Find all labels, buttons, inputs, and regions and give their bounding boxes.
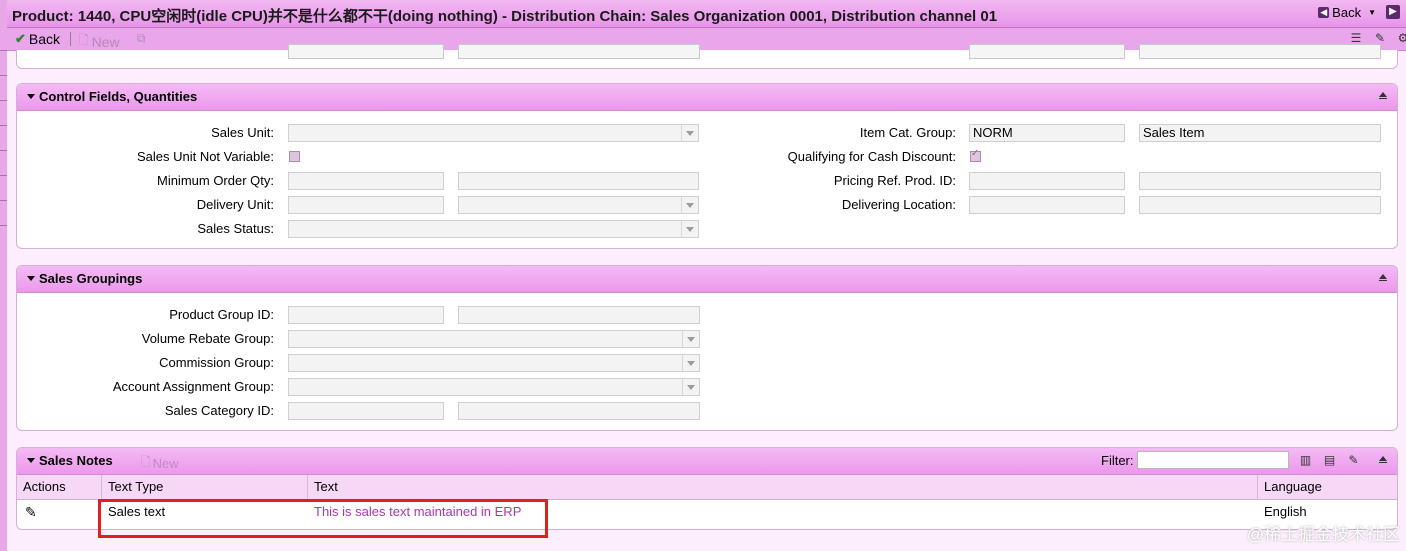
- control-fields-title-text: Control Fields, Quantities: [39, 89, 198, 104]
- delivering-location-description: [1139, 196, 1381, 214]
- delivery-unit-dropdown[interactable]: [458, 196, 699, 214]
- personalize-icon[interactable]: ✎: [1347, 454, 1360, 467]
- notes-table-header: Actions Text Type Text Language: [17, 475, 1397, 500]
- product-group-input[interactable]: [288, 306, 444, 324]
- control-fields-title: Control Fields, Quantities: [27, 89, 197, 104]
- account-assignment-label: Account Assignment Group:: [112, 379, 274, 394]
- item-cat-group-input[interactable]: NORM: [969, 124, 1125, 142]
- toolbar-divider: [70, 32, 71, 46]
- chevron-down-icon[interactable]: [681, 125, 698, 141]
- delivering-location-label: Delivering Location:: [841, 197, 956, 212]
- qualifying-cash-discount-checkbox[interactable]: [970, 148, 981, 162]
- chevron-down-icon[interactable]: [681, 197, 698, 213]
- sales-notes-header[interactable]: Sales Notes 🗋 New Filter: ▥ ▤ ✎: [17, 448, 1397, 475]
- column-header-language[interactable]: Language: [1258, 475, 1397, 499]
- control-fields-header[interactable]: Control Fields, Quantities: [17, 84, 1397, 111]
- sales-groupings-title-text: Sales Groupings: [39, 271, 143, 286]
- pricing-ref-prod-input[interactable]: [969, 172, 1125, 190]
- volume-rebate-label: Volume Rebate Group:: [141, 331, 274, 346]
- sales-category-description: [458, 402, 700, 420]
- sales-status-label: Sales Status:: [197, 221, 274, 236]
- chevron-down-icon[interactable]: ▼: [1368, 8, 1376, 17]
- column-header-text[interactable]: Text: [308, 475, 1258, 499]
- new-document-icon: 🗋: [141, 455, 151, 469]
- edit-icon[interactable]: ✎: [19, 500, 49, 524]
- window-title-bar: Product: 1440, CPU空闲时(idle CPU)并不是什么都不干(…: [7, 0, 1406, 28]
- partial-field[interactable]: [458, 44, 700, 59]
- delivering-location-input[interactable]: [969, 196, 1125, 214]
- account-assignment-dropdown[interactable]: [288, 378, 700, 396]
- sales-unit-not-variable-checkbox[interactable]: [289, 151, 300, 162]
- history-back-label: Back: [1332, 5, 1362, 20]
- expand-triangle-icon: [27, 276, 35, 281]
- sales-status-dropdown[interactable]: [288, 220, 699, 238]
- chevron-down-icon[interactable]: [682, 355, 699, 371]
- sales-notes-new-button[interactable]: 🗋 New: [141, 453, 179, 474]
- checkmark-icon: ✔: [15, 31, 26, 46]
- history-back-button[interactable]: ◀ Back ▼: [1318, 5, 1376, 20]
- collapse-icon[interactable]: [1379, 274, 1387, 281]
- control-fields-panel: Control Fields, Quantities Sales Unit: S…: [16, 83, 1398, 249]
- item-cat-group-label: Item Cat. Group:: [859, 125, 956, 140]
- forward-icon[interactable]: ▶: [1386, 5, 1400, 19]
- item-cat-group-description: Sales Item: [1139, 124, 1381, 142]
- back-button-label: Back: [28, 31, 61, 47]
- window-title: Product: 1440, CPU空闲时(idle CPU)并不是什么都不干(…: [12, 8, 998, 25]
- expand-triangle-icon: [27, 94, 35, 99]
- expand-triangle-icon: [27, 458, 35, 463]
- chevron-down-icon[interactable]: [681, 221, 698, 237]
- qualifying-cash-discount-label: Qualifying for Cash Discount:: [787, 149, 956, 164]
- sales-category-label: Sales Category ID:: [164, 403, 274, 418]
- product-group-label: Product Group ID:: [169, 307, 274, 322]
- minimum-order-qty-unit-input[interactable]: [458, 172, 699, 190]
- sales-groupings-header[interactable]: Sales Groupings: [17, 266, 1397, 293]
- sales-category-input[interactable]: [288, 402, 444, 420]
- filter-label: Filter:: [1101, 453, 1134, 468]
- sales-notes-title-text: Sales Notes: [39, 453, 113, 468]
- commission-group-label: Commission Group:: [159, 355, 274, 370]
- partial-field[interactable]: [288, 44, 444, 59]
- sales-unit-not-variable-label: Sales Unit Not Variable:: [136, 149, 274, 164]
- column-header-text-type[interactable]: Text Type: [102, 475, 308, 499]
- filter-input[interactable]: [1137, 451, 1289, 469]
- previous-section-tail: [16, 44, 1398, 69]
- new-button-label: New: [91, 33, 120, 50]
- delivery-unit-input[interactable]: [288, 196, 444, 214]
- left-strip: [0, 0, 7, 551]
- new-button[interactable]: 🗋 New: [79, 31, 120, 52]
- back-button[interactable]: ✔ Back: [15, 31, 60, 47]
- delivery-unit-label: Delivery Unit:: [196, 197, 274, 212]
- sales-groupings-panel: Sales Groupings Product Group ID: Volume…: [16, 265, 1398, 431]
- minimum-order-qty-input[interactable]: [288, 172, 444, 190]
- product-group-description: [458, 306, 700, 324]
- chevron-down-icon[interactable]: [682, 331, 699, 347]
- sales-unit-dropdown[interactable]: [288, 124, 699, 142]
- collapse-icon[interactable]: [1379, 92, 1387, 99]
- chevron-down-icon[interactable]: [682, 379, 699, 395]
- partial-field[interactable]: [969, 44, 1125, 59]
- minimum-order-qty-label: Minimum Order Qty:: [156, 173, 274, 188]
- column-header-actions[interactable]: Actions: [17, 475, 102, 499]
- sales-notes-new-label: New: [152, 456, 179, 471]
- sales-unit-label: Sales Unit:: [211, 125, 274, 140]
- watermark: @稀土掘金技术社区: [1246, 525, 1400, 544]
- back-arrow-icon: ◀: [1318, 7, 1330, 18]
- copy-icon[interactable]: ⧉: [135, 32, 147, 45]
- pricing-ref-prod-description: [1139, 172, 1381, 190]
- sales-groupings-title: Sales Groupings: [27, 271, 142, 286]
- highlight-annotation-box: [98, 499, 548, 538]
- pricing-ref-prod-label: Pricing Ref. Prod. ID:: [833, 173, 956, 188]
- new-document-icon: 🗋: [79, 33, 89, 47]
- settings-icon[interactable]: ⚙: [1397, 32, 1406, 45]
- commission-group-dropdown[interactable]: [288, 354, 700, 372]
- collapse-icon[interactable]: [1379, 456, 1387, 463]
- chart-icon[interactable]: ▥: [1299, 454, 1312, 467]
- volume-rebate-dropdown[interactable]: [288, 330, 700, 348]
- export-icon[interactable]: ▤: [1323, 454, 1336, 467]
- partial-field[interactable]: [1139, 44, 1381, 59]
- sales-notes-title: Sales Notes: [27, 453, 113, 468]
